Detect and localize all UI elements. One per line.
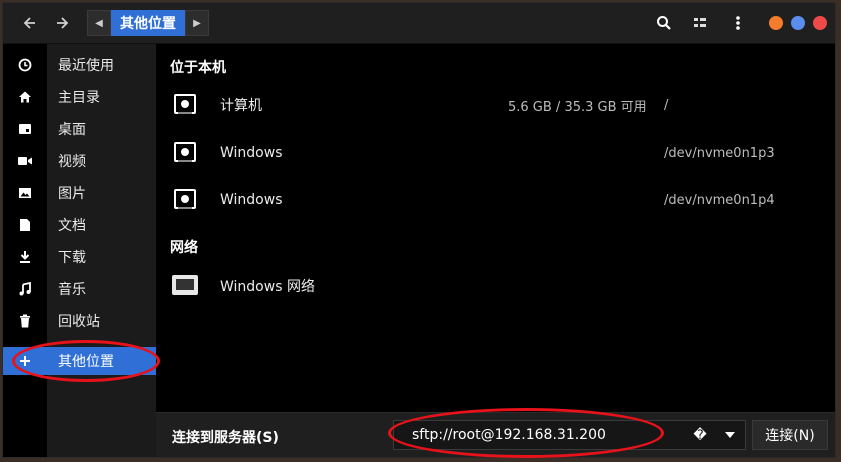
path-bar: ◀ 其他位置 ▶: [87, 10, 209, 36]
sidebar-item-recent[interactable]: 最近使用: [3, 51, 156, 79]
location-space: 5.6 GB / 35.3 GB 可用: [508, 99, 647, 115]
header-bar: ◀ 其他位置 ▶: [3, 3, 835, 44]
server-address-help-button[interactable]: �: [686, 420, 714, 450]
minimize-button[interactable]: [769, 16, 783, 30]
list-view-icon: [694, 18, 706, 27]
drive-icon: [174, 142, 198, 164]
locations-view: 位于本机 计算机 5.6 GB / 35.3 GB 可用 / Windows /…: [156, 44, 835, 413]
sidebar-item-videos[interactable]: 视频: [3, 147, 156, 175]
location-name: Windows: [220, 192, 283, 208]
sidebar-item-label: 图片: [58, 186, 86, 202]
sidebar-item-label: 回收站: [58, 314, 100, 330]
sidebar-item-trash[interactable]: 回收站: [3, 307, 156, 335]
kebab-menu-icon: [736, 16, 740, 30]
maximize-button[interactable]: [791, 16, 805, 30]
location-row-computer[interactable]: 计算机 5.6 GB / 35.3 GB 可用 /: [156, 85, 835, 125]
caret-left-icon: ◀: [95, 17, 103, 29]
sidebar-item-label: 视频: [58, 154, 86, 170]
sidebar-item-downloads[interactable]: 下载: [3, 243, 156, 271]
recent-servers-dropdown-button[interactable]: [716, 420, 744, 450]
location-name: Windows 网络: [220, 279, 315, 295]
arrow-right-icon: [57, 17, 69, 29]
image-icon: [3, 186, 47, 200]
location-path: /dev/nvme0n1p3: [664, 145, 775, 161]
help-icon: �: [693, 427, 707, 443]
connect-to-server-label: 连接到服务器(S): [172, 430, 279, 446]
sidebar-item-home[interactable]: 主目录: [3, 83, 156, 111]
document-icon: [3, 218, 47, 232]
location-row-windows-p4[interactable]: Windows /dev/nvme0n1p4: [156, 180, 835, 220]
forward-button[interactable]: [49, 11, 75, 35]
arrow-left-icon: [23, 17, 35, 29]
sidebar-item-label: 文档: [58, 218, 86, 234]
caret-right-icon: ▶: [193, 17, 201, 29]
location-row-windows-p3[interactable]: Windows /dev/nvme0n1p3: [156, 133, 835, 173]
chevron-down-icon: [725, 432, 735, 438]
sidebar-item-pictures[interactable]: 图片: [3, 179, 156, 207]
search-button[interactable]: [651, 11, 677, 35]
sidebar: 最近使用 主目录 桌面 视频 图片 文档 下载 音乐 回收站 其他位置: [3, 44, 156, 457]
sidebar-item-music[interactable]: 音乐: [3, 275, 156, 303]
view-options-button[interactable]: [687, 11, 713, 35]
connect-button[interactable]: 连接(N): [752, 420, 828, 450]
sidebar-item-label: 音乐: [58, 282, 86, 298]
sidebar-item-label: 桌面: [58, 122, 86, 138]
location-path: /dev/nvme0n1p4: [664, 192, 775, 208]
location-name: 计算机: [220, 98, 262, 114]
download-icon: [3, 250, 47, 264]
file-manager-window: ◀ 其他位置 ▶ 最近使用 主目录 桌面 视频 图片 文档 下载 音乐 回收站 …: [2, 2, 836, 458]
sidebar-item-label: 最近使用: [58, 58, 114, 74]
drive-icon: [174, 189, 198, 211]
desktop-icon: [3, 122, 47, 136]
path-current-location[interactable]: 其他位置: [111, 10, 185, 36]
plus-icon: [3, 355, 47, 367]
sidebar-item-desktop[interactable]: 桌面: [3, 115, 156, 143]
network-icon: [172, 275, 198, 297]
video-icon: [3, 154, 47, 168]
clock-icon: [3, 58, 47, 72]
path-scroll-left-button[interactable]: ◀: [87, 10, 111, 36]
back-button[interactable]: [17, 11, 43, 35]
music-icon: [3, 282, 47, 296]
sidebar-item-documents[interactable]: 文档: [3, 211, 156, 239]
home-icon: [3, 90, 47, 104]
location-row-windows-network[interactable]: Windows 网络: [156, 266, 835, 306]
sidebar-item-label: 其他位置: [58, 354, 114, 370]
sidebar-item-other-locations[interactable]: 其他位置: [3, 347, 156, 375]
path-scroll-right-button[interactable]: ▶: [185, 10, 209, 36]
search-icon: [657, 16, 671, 30]
sidebar-item-label: 主目录: [58, 90, 100, 106]
connect-to-server-bar: 连接到服务器(S) � 连接(N): [156, 412, 835, 457]
location-name: Windows: [220, 145, 283, 161]
drive-icon: [174, 94, 198, 116]
menu-button[interactable]: [725, 11, 751, 35]
section-header-on-this-computer: 位于本机: [170, 60, 226, 76]
location-path: /: [664, 97, 669, 113]
trash-icon: [3, 314, 47, 328]
sidebar-item-label: 下载: [58, 250, 86, 266]
close-button[interactable]: [813, 16, 827, 30]
section-header-networks: 网络: [170, 240, 198, 256]
